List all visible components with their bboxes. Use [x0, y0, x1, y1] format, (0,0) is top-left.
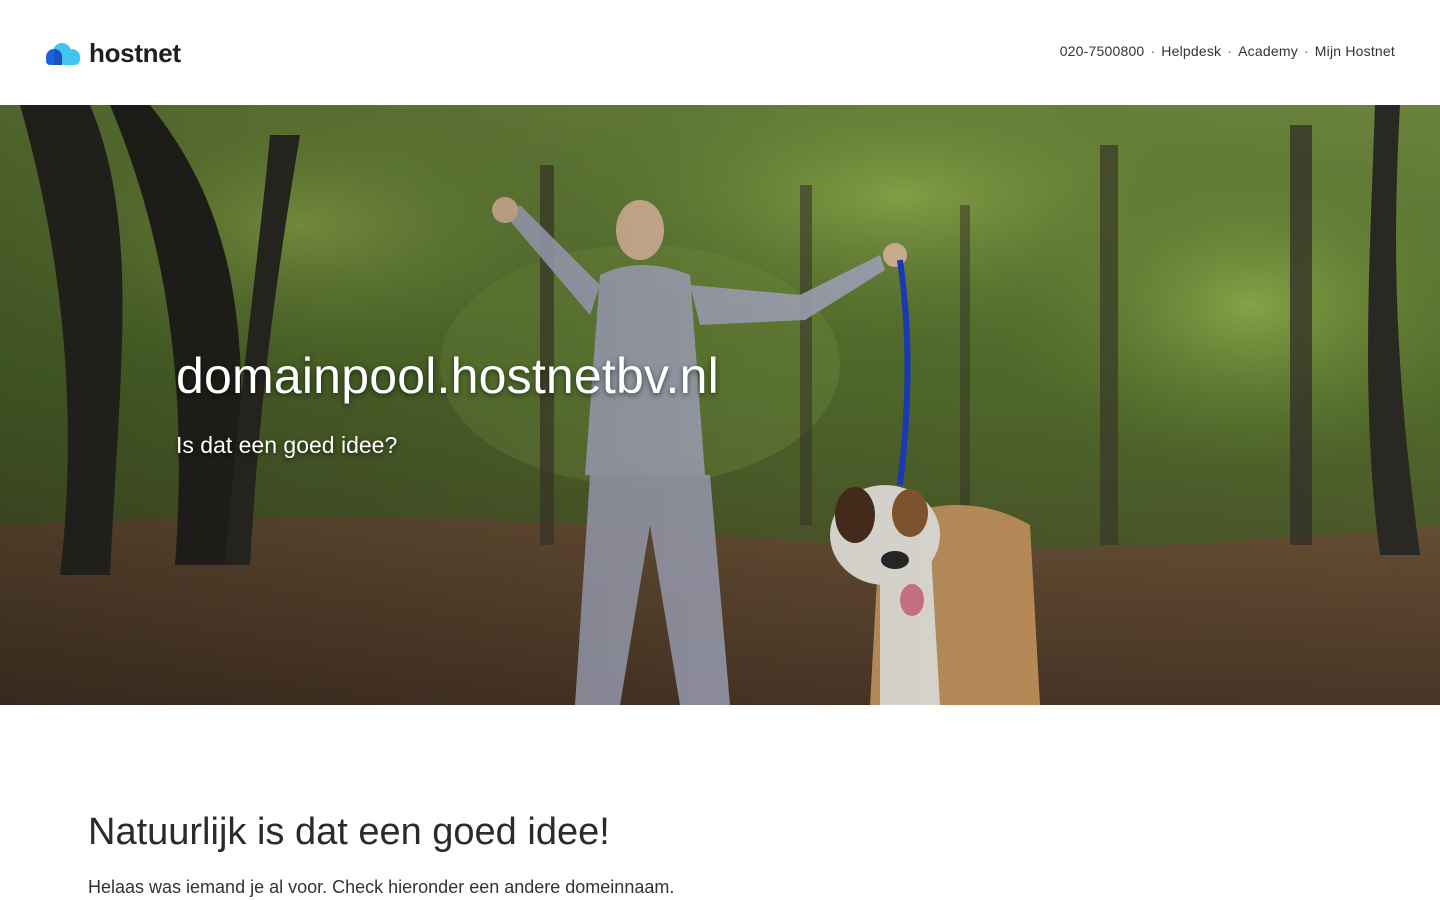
- nav-separator: ·: [1227, 43, 1233, 59]
- cloud-logo-icon: [46, 42, 80, 65]
- domain-title: domainpool.hostnetbv.nl: [176, 348, 719, 404]
- helpdesk-link[interactable]: Helpdesk: [1161, 43, 1221, 59]
- site-header: hostnet 020-7500800 · Helpdesk · Academy…: [0, 0, 1440, 105]
- logo-text: hostnet: [89, 38, 181, 68]
- content-heading: Natuurlijk is dat een goed idee!: [88, 811, 610, 853]
- nav-separator: ·: [1303, 43, 1309, 59]
- hero-overlay: [0, 105, 1440, 705]
- hostnet-logo[interactable]: hostnet: [45, 38, 181, 69]
- phone-link[interactable]: 020-7500800: [1060, 43, 1145, 59]
- content-description: Helaas was iemand je al voor. Check hier…: [88, 877, 675, 897]
- top-navigation: 020-7500800 · Helpdesk · Academy · Mijn …: [1060, 43, 1395, 59]
- hero-subtitle: Is dat een goed idee?: [176, 432, 398, 458]
- hero-banner: domainpool.hostnetbv.nl Is dat een goed …: [0, 105, 1440, 705]
- mijn-hostnet-link[interactable]: Mijn Hostnet: [1315, 43, 1395, 59]
- academy-link[interactable]: Academy: [1238, 43, 1298, 59]
- nav-separator: ·: [1150, 43, 1156, 59]
